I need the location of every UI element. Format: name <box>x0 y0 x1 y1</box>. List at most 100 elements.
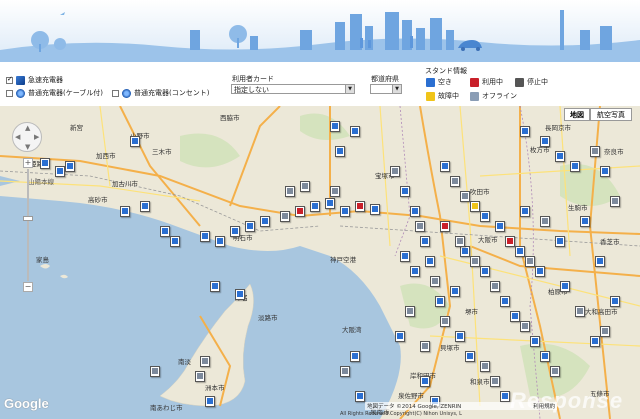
station-marker[interactable] <box>600 326 610 337</box>
station-marker[interactable] <box>430 276 440 287</box>
station-marker[interactable] <box>480 361 490 372</box>
station-marker[interactable] <box>460 246 470 257</box>
station-marker[interactable] <box>55 166 65 177</box>
station-marker[interactable] <box>200 231 210 242</box>
normal-cable-checkbox[interactable] <box>6 89 13 97</box>
filter-normal-cable[interactable]: 普通充電器(ケーブル付) <box>6 88 103 98</box>
station-marker[interactable] <box>540 136 550 147</box>
station-marker[interactable] <box>285 186 295 197</box>
station-marker[interactable] <box>525 256 535 267</box>
station-marker[interactable] <box>535 266 545 277</box>
station-marker[interactable] <box>610 196 620 207</box>
station-marker[interactable] <box>200 356 210 367</box>
map-canvas[interactable] <box>0 106 640 419</box>
station-marker[interactable] <box>235 289 245 300</box>
station-marker[interactable] <box>205 396 215 407</box>
station-marker[interactable] <box>420 341 430 352</box>
station-marker[interactable] <box>140 201 150 212</box>
station-marker[interactable] <box>520 126 530 137</box>
station-marker[interactable] <box>505 236 515 247</box>
station-marker[interactable] <box>390 166 400 177</box>
station-marker[interactable] <box>335 146 345 157</box>
station-marker[interactable] <box>425 256 435 267</box>
station-marker[interactable] <box>130 136 140 147</box>
station-marker[interactable] <box>555 236 565 247</box>
station-marker[interactable] <box>310 201 320 212</box>
zoom-track[interactable] <box>27 169 29 281</box>
station-marker[interactable] <box>330 186 340 197</box>
normal-outlet-checkbox[interactable] <box>112 89 119 97</box>
station-marker[interactable] <box>370 204 380 215</box>
station-marker[interactable] <box>470 201 480 212</box>
pan-left-icon[interactable]: ◀ <box>15 133 20 141</box>
station-marker[interactable] <box>455 331 465 342</box>
station-marker[interactable] <box>300 181 310 192</box>
station-marker[interactable] <box>245 221 255 232</box>
station-marker[interactable] <box>415 221 425 232</box>
station-marker[interactable] <box>405 306 415 317</box>
station-marker[interactable] <box>340 206 350 217</box>
station-marker[interactable] <box>510 311 520 322</box>
station-marker[interactable] <box>570 161 580 172</box>
station-marker[interactable] <box>450 286 460 297</box>
station-marker[interactable] <box>280 211 290 222</box>
station-marker[interactable] <box>600 166 610 177</box>
station-marker[interactable] <box>580 216 590 227</box>
map-type-satellite-button[interactable]: 航空写真 <box>590 108 632 121</box>
station-marker[interactable] <box>260 216 270 227</box>
map-type-map-button[interactable]: 地図 <box>564 108 590 121</box>
station-marker[interactable] <box>325 198 335 209</box>
zoom-out-button[interactable]: − <box>23 282 33 292</box>
station-marker[interactable] <box>400 251 410 262</box>
station-marker[interactable] <box>210 281 220 292</box>
station-marker[interactable] <box>340 366 350 377</box>
station-marker[interactable] <box>355 201 365 212</box>
station-marker[interactable] <box>450 176 460 187</box>
station-marker[interactable] <box>595 256 605 267</box>
map-view[interactable]: 姫路市 山陽本線 加古川市 高砂市 明石市 神戸空港 大阪湾 三木市 小野市 宝… <box>0 106 640 419</box>
station-marker[interactable] <box>420 236 430 247</box>
station-marker[interactable] <box>400 186 410 197</box>
station-marker[interactable] <box>590 146 600 157</box>
station-marker[interactable] <box>480 211 490 222</box>
station-marker[interactable] <box>230 226 240 237</box>
station-marker[interactable] <box>170 236 180 247</box>
station-marker[interactable] <box>490 376 500 387</box>
station-marker[interactable] <box>330 121 340 132</box>
station-marker[interactable] <box>575 306 585 317</box>
station-marker[interactable] <box>40 158 50 169</box>
station-marker[interactable] <box>350 126 360 137</box>
station-marker[interactable] <box>195 371 205 382</box>
station-marker[interactable] <box>460 191 470 202</box>
station-marker[interactable] <box>420 376 430 387</box>
station-marker[interactable] <box>65 161 75 172</box>
station-marker[interactable] <box>120 206 130 217</box>
station-marker[interactable] <box>520 206 530 217</box>
station-marker[interactable] <box>500 391 510 402</box>
station-marker[interactable] <box>540 351 550 362</box>
zoom-control[interactable]: + − <box>23 158 33 298</box>
filter-fast-charger[interactable]: 急速充電器 <box>6 75 63 85</box>
pan-control[interactable]: ▲ ▼ ◀ ▶ <box>12 122 42 152</box>
station-marker[interactable] <box>470 256 480 267</box>
station-marker[interactable] <box>550 366 560 377</box>
station-marker[interactable] <box>555 151 565 162</box>
station-marker[interactable] <box>440 161 450 172</box>
card-select[interactable]: 指定しない ▼ <box>231 84 355 94</box>
station-marker[interactable] <box>455 236 465 247</box>
pref-select[interactable]: ▼ <box>370 84 402 94</box>
station-marker[interactable] <box>530 336 540 347</box>
station-marker[interactable] <box>540 216 550 227</box>
station-marker[interactable] <box>500 296 510 307</box>
station-marker[interactable] <box>160 226 170 237</box>
station-marker[interactable] <box>410 206 420 217</box>
pan-right-icon[interactable]: ▶ <box>34 133 39 141</box>
filter-normal-outlet[interactable]: 普通充電器(コンセント) <box>112 88 209 98</box>
zoom-slider-handle[interactable] <box>23 216 33 221</box>
terms-link[interactable]: 利用規約 <box>533 404 555 410</box>
station-marker[interactable] <box>410 266 420 277</box>
station-marker[interactable] <box>520 321 530 332</box>
station-marker[interactable] <box>440 316 450 327</box>
station-marker[interactable] <box>435 296 445 307</box>
station-marker[interactable] <box>560 281 570 292</box>
